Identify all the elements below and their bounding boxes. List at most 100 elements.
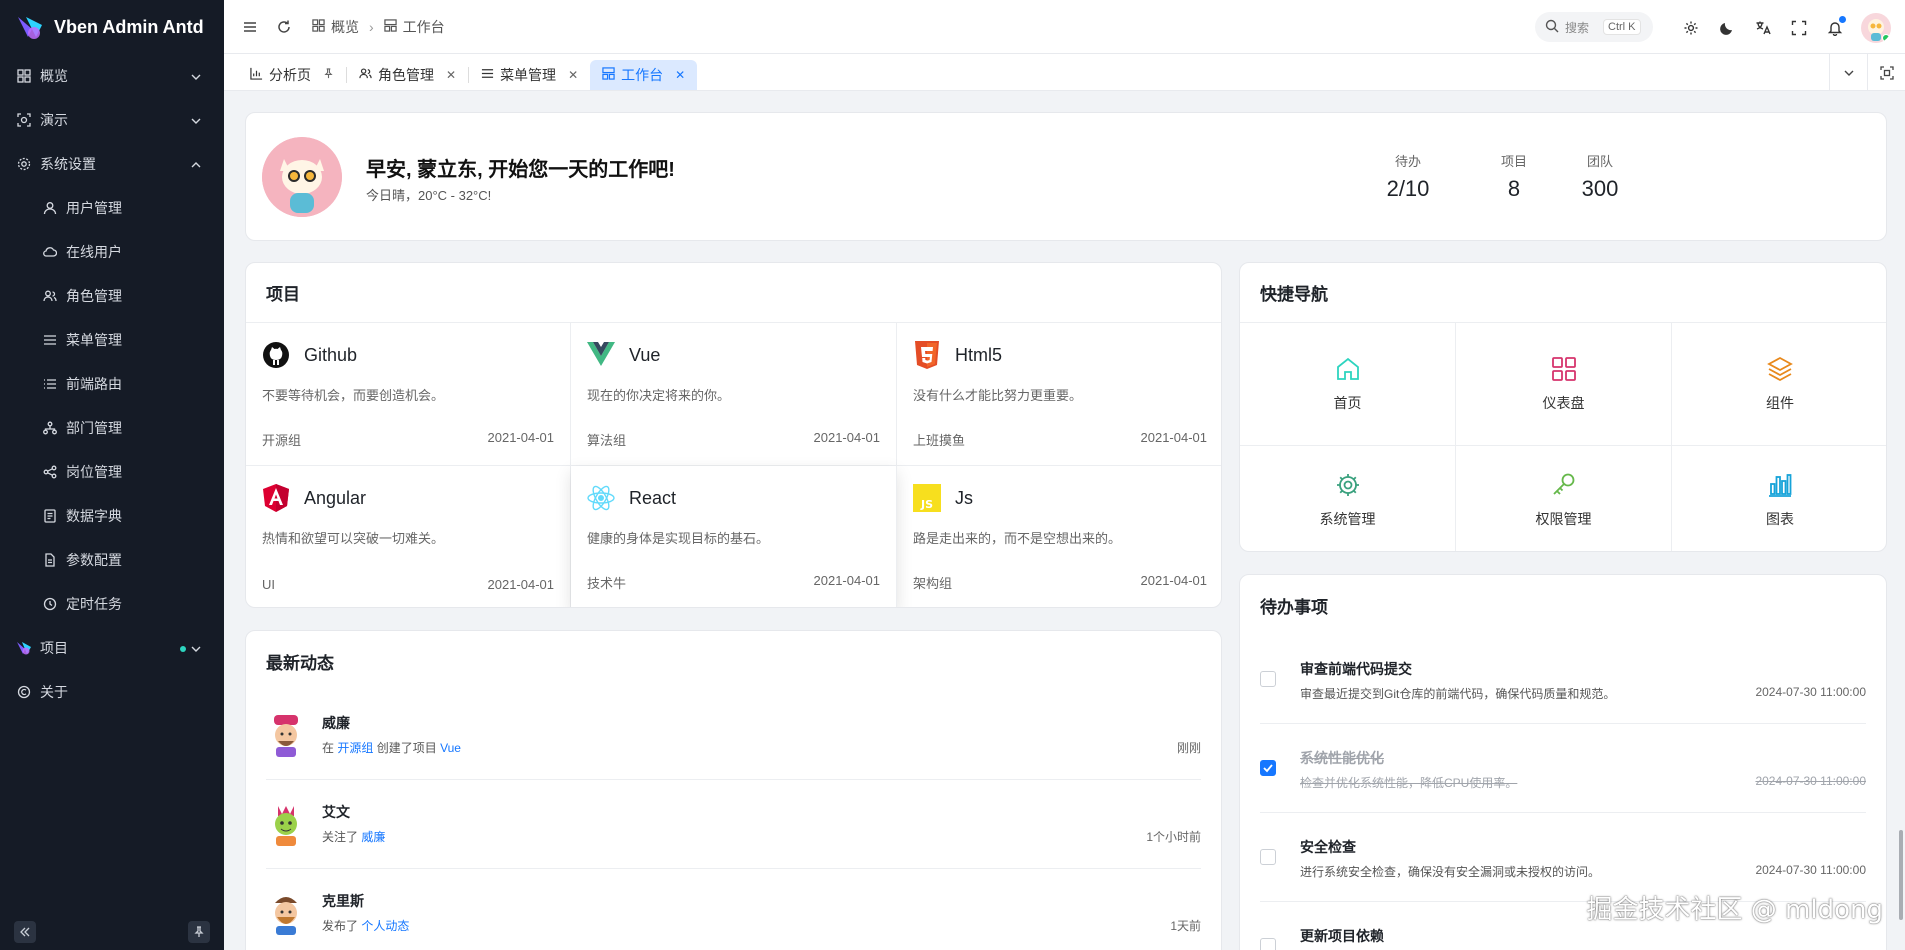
project-name: Github [304, 344, 358, 365]
sidebar-item-positions[interactable]: 岗位管理 [0, 450, 224, 494]
sidebar-item-roles[interactable]: 角色管理 [0, 274, 224, 318]
quick-nav-label: 图表 [1766, 510, 1794, 527]
sidebar-item-online-users[interactable]: 在线用户 [0, 230, 224, 274]
todo-title: 更新项目依赖 [1300, 928, 1384, 944]
settings-icon[interactable] [1681, 18, 1701, 38]
sidebar-item-frontend-routes[interactable]: 前端路由 [0, 362, 224, 406]
activity-link[interactable]: Vue [440, 741, 461, 755]
refresh-icon[interactable] [274, 17, 294, 37]
quick-nav-components[interactable]: 组件 [1672, 323, 1886, 446]
user-avatar[interactable] [1861, 13, 1891, 43]
sidebar: Vben Admin Antd 概览 演示 系统设置 用户管理 在线用户 角色管… [0, 0, 224, 950]
project-group: 架构组 [913, 576, 953, 591]
sidebar-item-about[interactable]: 关于 [0, 670, 224, 714]
pin-sidebar-button[interactable] [188, 921, 210, 943]
todo-checkbox[interactable] [1260, 849, 1276, 865]
sidebar-item-params[interactable]: 参数配置 [0, 538, 224, 582]
page-scrollbar[interactable] [1899, 830, 1903, 920]
sidebar-item-label: 用户管理 [66, 200, 122, 216]
project-desc: 健康的身体是实现目标的基石。 [587, 531, 770, 546]
sidebar-item-overview[interactable]: 概览 [0, 54, 224, 98]
todo-checkbox[interactable] [1260, 671, 1276, 687]
project-desc: 路是走出来的，而不是空想出来的。 [913, 531, 1122, 546]
sidebar-item-demo[interactable]: 演示 [0, 98, 224, 142]
project-group: UI [262, 577, 275, 592]
activity-link[interactable]: 威廉 [361, 830, 385, 844]
tab-roles[interactable]: 角色管理 ✕ [347, 60, 468, 90]
clock-icon [42, 596, 58, 612]
top-header: 概览 › 工作台 搜索 Ctrl K [224, 0, 1905, 54]
sidebar-item-users[interactable]: 用户管理 [0, 186, 224, 230]
weather-text: 今日晴，20°C - 32°C! [366, 188, 492, 203]
copyright-icon [16, 684, 32, 700]
close-icon[interactable]: ✕ [568, 68, 578, 82]
sidebar-item-departments[interactable]: 部门管理 [0, 406, 224, 450]
activity-link[interactable]: 开源组 [337, 741, 373, 755]
tab-bar-actions [1829, 54, 1905, 91]
quick-nav-home[interactable]: 首页 [1240, 323, 1456, 446]
collapse-sidebar-button[interactable] [14, 921, 36, 943]
sidebar-item-project[interactable]: 项目 [0, 626, 224, 670]
project-name: Angular [304, 487, 367, 508]
todo-checkbox[interactable] [1260, 938, 1276, 950]
sidebar-item-menus[interactable]: 菜单管理 [0, 318, 224, 362]
maximize-content-button[interactable] [1867, 54, 1905, 91]
fullscreen-icon[interactable] [1789, 18, 1809, 38]
tab-workbench[interactable]: 工作台 ✕ [590, 60, 698, 90]
search-placeholder: 搜索 [1565, 20, 1590, 35]
quick-nav-system[interactable]: 系统管理 [1240, 446, 1456, 551]
menu-toggle-icon[interactable] [240, 17, 260, 37]
vben-logo-icon [16, 640, 32, 656]
tab-dropdown-button[interactable] [1829, 54, 1867, 91]
project-name: Html5 [955, 344, 1003, 365]
pin-icon[interactable] [323, 68, 334, 82]
gear-icon [1334, 471, 1362, 499]
project-item-html5[interactable]: Html5 没有什么才能比努力更重要。 上班摸鱼 2021-04-01 [897, 323, 1221, 466]
project-item-js[interactable]: JS Js 路是走出来的，而不是空想出来的。 架构组 2021-04-01 [897, 466, 1221, 607]
sidebar-item-system-settings[interactable]: 系统设置 [0, 142, 224, 186]
users-icon [359, 67, 372, 83]
todo-item: 系统性能优化 检查并优化系统性能，降低CPU使用率。 2024-07-30 11… [1260, 724, 1866, 813]
close-icon[interactable]: ✕ [446, 68, 456, 82]
avatar [262, 137, 342, 217]
sidebar-item-label: 系统设置 [40, 156, 96, 172]
project-date: 2021-04-01 [813, 573, 881, 588]
quick-nav-permissions[interactable]: 权限管理 [1456, 446, 1672, 551]
sidebar-item-label: 项目 [40, 640, 68, 656]
breadcrumb-item-workbench[interactable]: 工作台 [403, 17, 445, 37]
todo-checkbox[interactable] [1260, 760, 1276, 776]
quick-nav-dashboard[interactable]: 仪表盘 [1456, 323, 1672, 446]
tab-menus[interactable]: 菜单管理 ✕ [469, 60, 590, 90]
search-input[interactable]: 搜索 Ctrl K [1535, 12, 1653, 42]
project-date: 2021-04-01 [1140, 430, 1208, 445]
quick-nav-grid: 首页 仪表盘 组件 系统管理 权限管理 图表 [1240, 323, 1886, 551]
sidebar-item-scheduled-tasks[interactable]: 定时任务 [0, 582, 224, 626]
book-icon [42, 508, 58, 524]
sidebar-item-label: 角色管理 [66, 288, 122, 304]
project-date: 2021-04-01 [487, 577, 555, 592]
project-item-angular[interactable]: Angular 热情和欲望可以突破一切难关。 UI 2021-04-01 [246, 466, 571, 607]
html5-icon [913, 341, 941, 369]
activity-link[interactable]: 个人动态 [361, 919, 409, 933]
moon-icon[interactable] [1717, 18, 1737, 38]
header-actions [1681, 13, 1891, 43]
project-name: Js [955, 487, 973, 508]
quick-nav-charts[interactable]: 图表 [1672, 446, 1886, 551]
breadcrumb-item-overview[interactable]: 概览 [331, 17, 359, 37]
bell-icon[interactable] [1825, 16, 1846, 38]
sidebar-item-dictionary[interactable]: 数据字典 [0, 494, 224, 538]
translate-icon[interactable] [1753, 18, 1773, 38]
project-item-github[interactable]: Github 不要等待机会，而要创造机会。 开源组 2021-04-01 [246, 323, 571, 466]
activity-list: 威廉 在 开源组 创建了项目 Vue 刚刚 艾文 关注了 威廉 1个小时前 克里… [266, 691, 1201, 950]
list-icon [42, 376, 58, 392]
app-logo[interactable]: Vben Admin Antd [0, 0, 224, 54]
project-desc: 没有什么才能比努力更重要。 [913, 388, 1083, 403]
angular-icon [262, 484, 290, 512]
layout-icon [383, 18, 397, 35]
card-title: 最新动态 [266, 653, 334, 673]
tab-analytics[interactable]: 分析页 [238, 60, 346, 90]
project-item-vue[interactable]: Vue 现在的你决定将来的你。 算法组 2021-04-01 [571, 323, 897, 466]
project-item-react[interactable]: React 健康的身体是实现目标的基石。 技术牛 2021-04-01 [571, 466, 897, 607]
close-icon[interactable]: ✕ [675, 68, 685, 82]
activity-card: 最新动态 威廉 在 开源组 创建了项目 Vue 刚刚 艾文 关注了 威廉 1个小… [245, 630, 1222, 950]
